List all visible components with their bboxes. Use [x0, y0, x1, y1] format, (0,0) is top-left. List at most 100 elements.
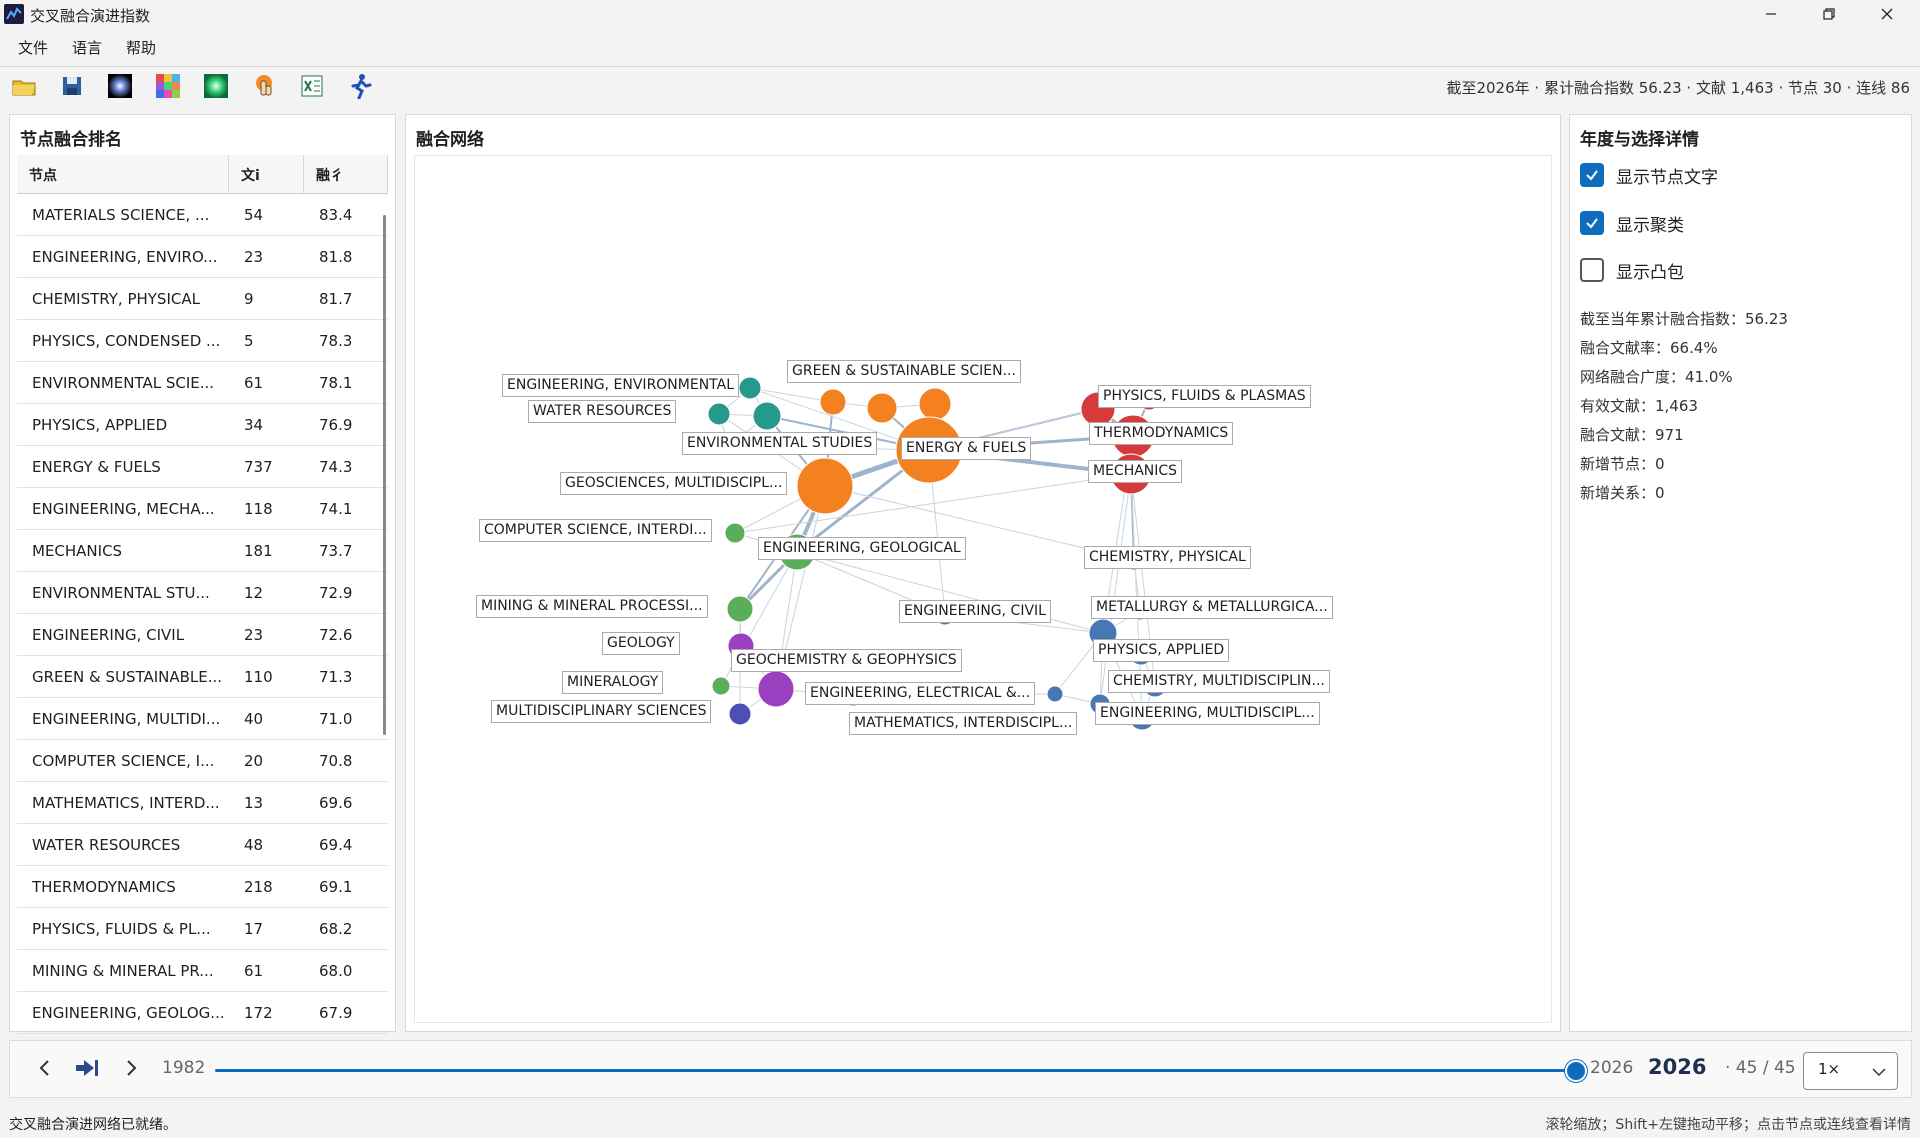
cell-node: MATHEMATICS, INTERD... — [32, 793, 220, 812]
color-grid-button[interactable] — [155, 73, 181, 99]
menu-language[interactable]: 语言 — [72, 37, 102, 58]
network-node[interactable] — [819, 388, 847, 416]
open-folder-button[interactable] — [11, 73, 37, 99]
glow-black-button[interactable] — [107, 73, 133, 99]
node-label[interactable]: GEOSCIENCES, MULTIDISCIPL... — [560, 472, 788, 495]
table-row[interactable]: ENVIRONMENTAL STU... 12 72.9 — [17, 572, 388, 614]
glow-green-button[interactable] — [203, 73, 229, 99]
node-label[interactable]: CHEMISTRY, MULTIDISCIPLIN... — [1108, 670, 1330, 693]
node-label[interactable]: ENGINEERING, CIVIL — [899, 600, 1051, 623]
menu-help[interactable]: 帮助 — [126, 37, 156, 58]
node-label[interactable]: ENVIRONMENTAL STUDIES — [682, 432, 878, 455]
node-label[interactable]: WATER RESOURCES — [528, 400, 677, 423]
table-row[interactable]: ENGINEERING, MULTIDI... 40 71.0 — [17, 698, 388, 740]
table-row[interactable]: COMPUTER SCIENCE, I... 20 70.8 — [17, 740, 388, 782]
network-node[interactable] — [707, 402, 731, 426]
node-label[interactable]: PHYSICS, APPLIED — [1093, 639, 1230, 662]
minimize-button[interactable] — [1743, 0, 1799, 28]
cell-node: THERMODYNAMICS — [32, 877, 176, 896]
cell-node: PHYSICS, FLUIDS & PL... — [32, 919, 211, 938]
network-node[interactable] — [726, 595, 754, 623]
network-graph[interactable] — [415, 156, 1553, 1024]
node-label[interactable]: ENGINEERING, MULTIDISCIPL... — [1095, 702, 1320, 725]
year-slider-thumb[interactable] — [1565, 1060, 1587, 1082]
node-label[interactable]: ENGINEERING, ENVIRONMENTAL — [502, 374, 740, 397]
node-label[interactable]: MECHANICS — [1088, 460, 1183, 483]
cell-docs: 110 — [244, 667, 273, 686]
table-row[interactable]: PHYSICS, APPLIED 34 76.9 — [17, 404, 388, 446]
table-row[interactable]: ENVIRONMENTAL SCIE... 61 78.1 — [17, 362, 388, 404]
node-label[interactable]: ENGINEERING, GEOLOGICAL — [758, 537, 966, 560]
status-bar: 交叉融合演进网络已就绪。 滚轮缩放；Shift+左键拖动平移；点击节点或连线查看… — [0, 1108, 1920, 1138]
cell-node: GREEN & SUSTAINABLE... — [32, 667, 223, 686]
node-label[interactable]: GEOLOGY — [602, 632, 680, 655]
network-node[interactable] — [918, 387, 952, 421]
node-label[interactable]: MINERALOGY — [562, 671, 664, 694]
save-button[interactable] — [59, 73, 85, 99]
column-header-docs[interactable]: 文i — [229, 155, 304, 193]
node-label[interactable]: METALLURGY & METALLURGICA... — [1091, 596, 1333, 619]
year-slider-track[interactable] — [215, 1069, 1575, 1072]
show-convex-hull-checkbox[interactable]: 显示凸包 — [1580, 257, 1684, 283]
node-label[interactable]: GEOCHEMISTRY & GEOPHYSICS — [731, 649, 962, 672]
play-to-end-button[interactable] — [75, 1058, 101, 1083]
show-clusters-checkbox[interactable]: 显示聚类 — [1580, 210, 1684, 236]
node-label[interactable]: PHYSICS, FLUIDS & PLASMAS — [1098, 385, 1311, 408]
table-row[interactable]: MATERIALS SCIENCE, ... 54 83.4 — [17, 194, 388, 236]
node-label[interactable]: MULTIDISCIPLINARY SCIENCES — [491, 700, 712, 723]
table-row[interactable]: GREEN & SUSTAINABLE... 110 71.3 — [17, 656, 388, 698]
node-label[interactable]: MATHEMATICS, INTERDISCIPL... — [849, 712, 1078, 735]
column-header-node[interactable]: 节点 — [17, 155, 229, 193]
app-logo-icon — [4, 4, 24, 24]
show-node-labels-checkbox[interactable]: 显示节点文字 — [1580, 162, 1718, 188]
network-node[interactable] — [757, 670, 795, 708]
table-row[interactable]: PHYSICS, CONDENSED ... 5 78.3 — [17, 320, 388, 362]
table-row[interactable]: MECHANICS 181 73.7 — [17, 530, 388, 572]
node-label[interactable]: CHEMISTRY, PHYSICAL — [1084, 546, 1251, 569]
table-row[interactable]: CHEMISTRY, PHYSICAL 9 81.7 — [17, 278, 388, 320]
node-label[interactable]: ENGINEERING, ELECTRICAL &... — [805, 682, 1036, 705]
network-node[interactable] — [796, 457, 854, 515]
close-button[interactable] — [1859, 0, 1915, 28]
runner-button[interactable] — [347, 73, 373, 100]
network-canvas[interactable]: ENGINEERING, ENVIRONMENTAL WATER RESOURCE… — [414, 155, 1552, 1023]
hand-pointer-button[interactable] — [251, 73, 277, 99]
menu-file[interactable]: 文件 — [18, 37, 48, 58]
table-row[interactable]: PHYSICS, FLUIDS & PL... 17 68.2 — [17, 908, 388, 950]
column-header-fusion[interactable]: 融彳 — [304, 155, 388, 193]
cell-docs: 218 — [244, 877, 273, 896]
table-row[interactable]: ENGINEERING, GEOLOG... 172 67.9 — [17, 992, 388, 1034]
previous-year-button[interactable] — [38, 1058, 52, 1083]
node-label[interactable]: COMPUTER SCIENCE, INTERDI... — [479, 519, 712, 542]
cell-fusion: 83.4 — [319, 205, 353, 224]
timeline-bar: 1982 2026 2026 · 45 / 45 1× — [9, 1040, 1912, 1098]
frame-position-label: · 45 / 45 — [1725, 1058, 1796, 1078]
network-node[interactable] — [1046, 685, 1064, 703]
chevron-right-icon — [127, 1060, 137, 1076]
table-row[interactable]: ENGINEERING, MECHA... 118 74.1 — [17, 488, 388, 530]
network-node[interactable] — [728, 702, 752, 726]
network-node[interactable] — [724, 522, 746, 544]
next-year-button[interactable] — [124, 1058, 138, 1083]
node-label[interactable]: THERMODYNAMICS — [1089, 422, 1234, 445]
table-row[interactable]: MATHEMATICS, INTERD... 13 69.6 — [17, 782, 388, 824]
table-row[interactable]: ENGINEERING, ENVIRO... 23 81.8 — [17, 236, 388, 278]
node-label[interactable]: MINING & MINERAL PROCESSI... — [476, 595, 708, 618]
network-node[interactable] — [866, 392, 898, 424]
restore-button[interactable] — [1801, 0, 1857, 28]
network-node[interactable] — [711, 676, 731, 696]
network-node[interactable] — [738, 376, 762, 400]
close-icon — [1881, 8, 1893, 20]
table-row[interactable]: ENERGY & FUELS 737 74.3 — [17, 446, 388, 488]
table-row[interactable]: WATER RESOURCES 48 69.4 — [17, 824, 388, 866]
node-label[interactable]: ENERGY & FUELS — [901, 437, 1032, 460]
node-label[interactable]: GREEN & SUSTAINABLE SCIEN... — [787, 360, 1021, 383]
table-scrollbar[interactable] — [383, 215, 386, 735]
table-row[interactable]: ENGINEERING, CIVIL 23 72.6 — [17, 614, 388, 656]
table-row[interactable]: THERMODYNAMICS 218 69.1 — [17, 866, 388, 908]
table-row[interactable]: MINING & MINERAL PR... 61 68.0 — [17, 950, 388, 992]
excel-export-button[interactable] — [299, 73, 325, 99]
network-node[interactable] — [752, 401, 782, 431]
network-panel: 融合网络 ENGINEERING, ENVIRONMENTAL WATER RES… — [405, 114, 1561, 1032]
playback-speed-select[interactable]: 1× — [1803, 1052, 1898, 1090]
